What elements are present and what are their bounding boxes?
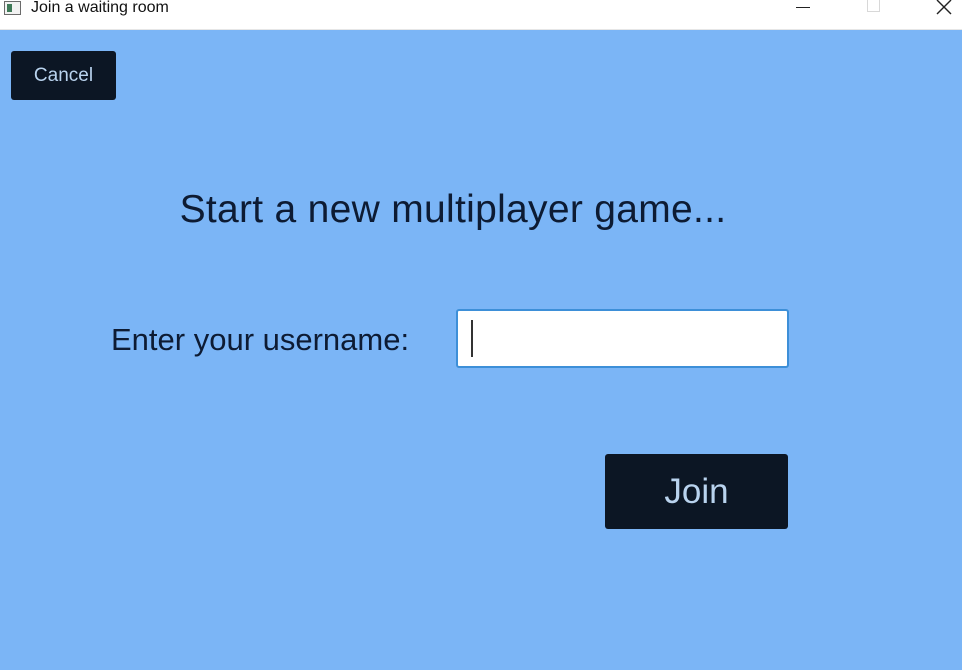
window-title: Join a waiting room	[31, 0, 169, 16]
username-label: Enter your username:	[111, 322, 410, 357]
close-icon	[936, 0, 952, 15]
maximize-button[interactable]	[853, 0, 893, 29]
title-bar: Join a waiting room	[0, 0, 962, 30]
username-input[interactable]	[456, 309, 789, 368]
join-waiting-room-window: Join a waiting room Cancel Start a new m…	[0, 0, 962, 670]
text-caret	[471, 320, 473, 357]
app-icon	[4, 1, 21, 15]
join-button[interactable]: Join	[605, 454, 788, 529]
page-title: Start a new multiplayer game...	[179, 188, 727, 231]
minimize-button[interactable]	[781, 0, 821, 29]
close-button[interactable]	[922, 0, 962, 29]
cancel-button[interactable]: Cancel	[11, 51, 116, 100]
